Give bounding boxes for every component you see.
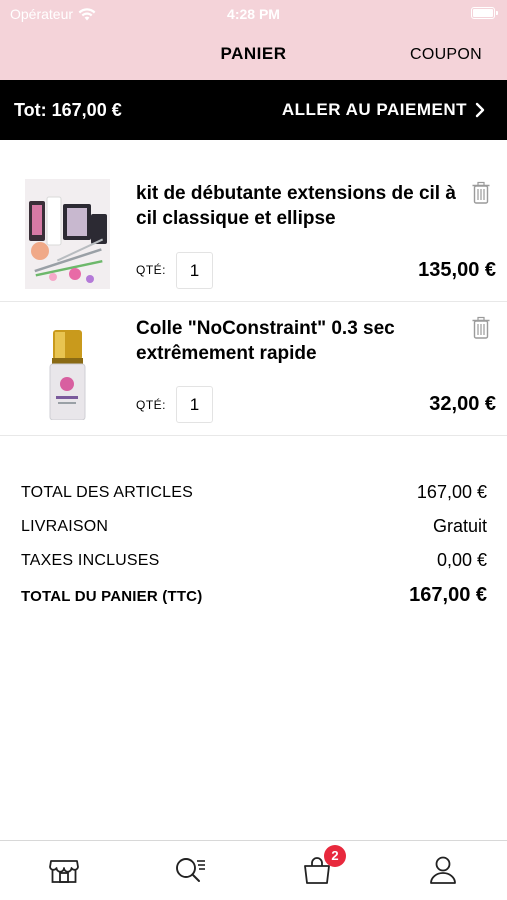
- quantity-field[interactable]: 1: [176, 386, 213, 423]
- summary-value: 167,00 €: [416, 482, 487, 502]
- chevron-right-icon: [475, 102, 485, 118]
- trash-icon[interactable]: [471, 316, 491, 340]
- store-icon: [49, 860, 79, 883]
- quantity-field[interactable]: 1: [176, 252, 213, 289]
- quantity-label: QTÉ:: [136, 398, 167, 412]
- cart-count-badge: 2: [324, 845, 346, 867]
- nav-bar: PANIER COUPON: [0, 28, 507, 80]
- summary-value: 167,00 €: [409, 584, 487, 606]
- battery-icon: [471, 7, 498, 19]
- cart-total-text: Tot: 167,00 €: [14, 100, 122, 120]
- summary-row-taxes: TAXES INCLUSES 0,00 €: [21, 550, 487, 584]
- summary-row-cart-total: TOTAL DU PANIER (TTC) 167,00 €: [21, 584, 487, 618]
- tab-search[interactable]: [173, 853, 207, 887]
- tab-store[interactable]: [47, 853, 81, 887]
- quantity-label: QTÉ:: [136, 263, 167, 277]
- summary-row-shipping: LIVRAISON Gratuit: [21, 516, 487, 550]
- user-icon: [430, 856, 456, 884]
- product-name[interactable]: kit de débutante extensions de cil à cil…: [136, 181, 456, 231]
- summary-row-items-total: TOTAL DES ARTICLES 167,00 €: [21, 482, 487, 516]
- trash-icon[interactable]: [471, 181, 491, 205]
- summary-label: TOTAL DU PANIER (TTC): [21, 588, 203, 605]
- status-bar: Opérateur 4:28 PM: [0, 0, 507, 28]
- cart-item: Colle "NoConstraint" 0.3 sec extrêmement…: [0, 302, 507, 436]
- summary-label: LIVRAISON: [21, 518, 109, 535]
- tab-bar: 2: [0, 840, 507, 900]
- product-name[interactable]: Colle "NoConstraint" 0.3 sec extrêmement…: [136, 316, 456, 366]
- item-price: 135,00 €: [418, 259, 496, 281]
- tab-account[interactable]: [426, 853, 460, 887]
- tab-cart[interactable]: 2: [300, 845, 346, 887]
- product-image-glue[interactable]: [25, 310, 110, 420]
- cart-item: kit de débutante extensions de cil à cil…: [0, 166, 507, 302]
- coupon-button[interactable]: COUPON: [410, 46, 482, 64]
- summary-label: TOTAL DES ARTICLES: [21, 484, 193, 501]
- checkout-button[interactable]: ALLER AU PAIEMENT: [282, 100, 485, 120]
- checkout-label: ALLER AU PAIEMENT: [281, 100, 467, 119]
- search-list-icon: [176, 858, 205, 882]
- total-bar: Tot: 167,00 € ALLER AU PAIEMENT: [0, 80, 507, 140]
- product-image-starter-kit[interactable]: [25, 179, 110, 289]
- order-summary: TOTAL DES ARTICLES 167,00 € LIVRAISON Gr…: [21, 482, 487, 618]
- summary-value: Gratuit: [432, 516, 487, 536]
- summary-value: 0,00 €: [436, 550, 487, 570]
- summary-label: TAXES INCLUSES: [21, 552, 160, 569]
- item-price: 32,00 €: [429, 393, 496, 415]
- status-time: 4:28 PM: [227, 6, 280, 22]
